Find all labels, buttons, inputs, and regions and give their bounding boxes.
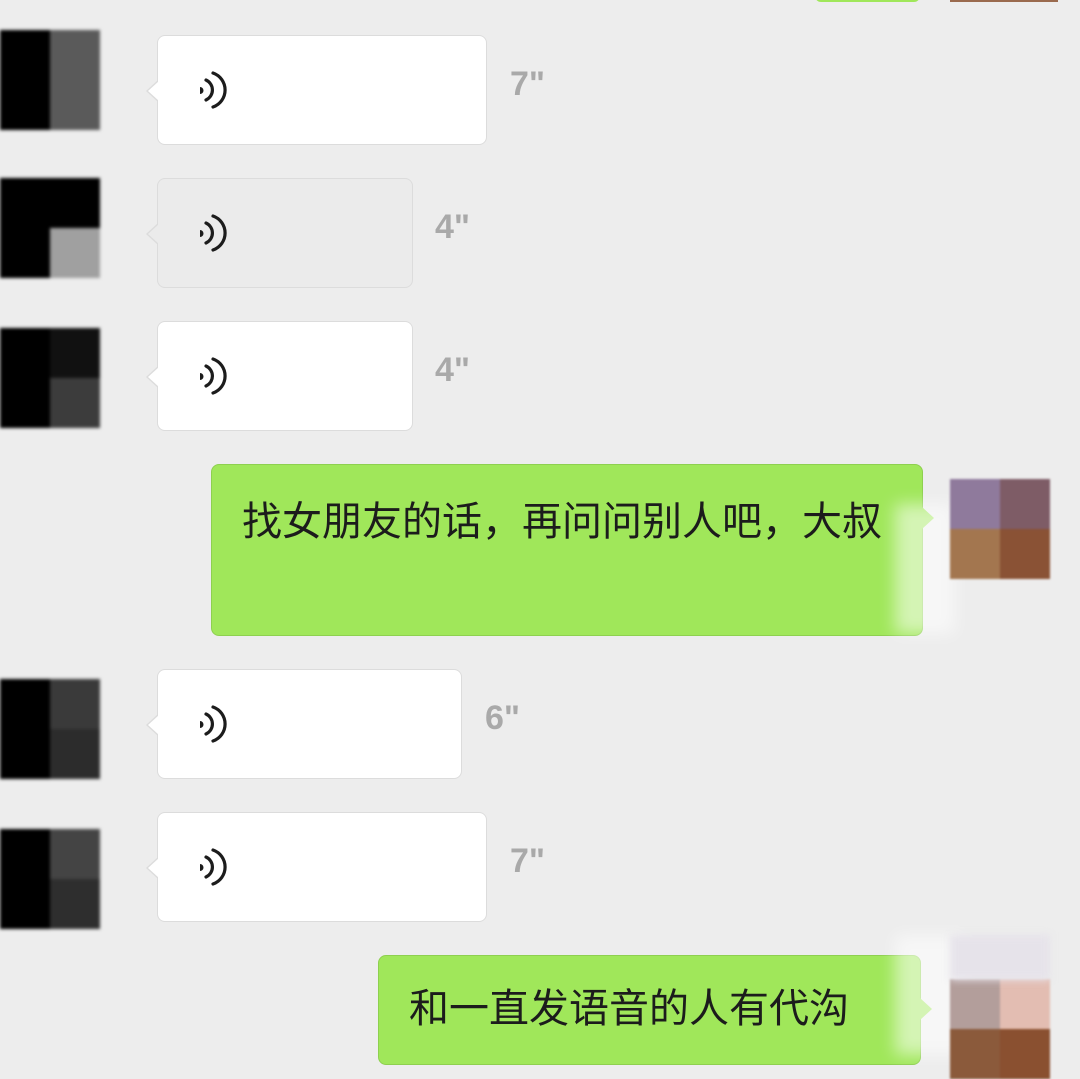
avatar[interactable] xyxy=(0,679,100,779)
previous-avatar-remnant xyxy=(950,0,1058,2)
voice-duration: 7" xyxy=(510,842,546,880)
previous-message-remnant xyxy=(815,0,920,2)
voice-wave-icon xyxy=(200,71,227,109)
voice-duration: 4" xyxy=(435,208,471,246)
voice-wave-icon xyxy=(200,705,227,743)
voice-wave-icon xyxy=(200,357,227,395)
chat-message-list[interactable]: 7" 4" 4" 找女朋友的话，再问问别人吧，大叔 6" 7" 和一直发语音的人… xyxy=(0,0,1080,1079)
avatar-top-blur xyxy=(950,935,1050,980)
my-avatar[interactable] xyxy=(950,979,1050,1079)
redaction-blur xyxy=(895,504,955,634)
text-message-bubble[interactable]: 找女朋友的话，再问问别人吧，大叔 xyxy=(211,464,934,636)
text-message-bubble[interactable]: 和一直发语音的人有代沟 xyxy=(378,955,932,1065)
message-row: 7" xyxy=(0,812,1080,929)
voice-wave-icon xyxy=(200,848,227,886)
voice-duration: 4" xyxy=(435,351,471,389)
message-row: 4" xyxy=(0,321,1080,431)
voice-duration: 6" xyxy=(485,699,521,737)
voice-message-bubble[interactable] xyxy=(146,812,487,922)
voice-message-bubble[interactable] xyxy=(146,35,487,145)
message-row: 6" xyxy=(0,669,1080,779)
message-row: 4" xyxy=(0,178,1080,288)
avatar[interactable] xyxy=(0,328,100,428)
avatar[interactable] xyxy=(0,30,100,130)
voice-duration: 7" xyxy=(510,65,546,103)
message-row: 7" xyxy=(0,30,1080,145)
voice-message-bubble[interactable] xyxy=(146,669,462,779)
voice-message-bubble[interactable] xyxy=(146,178,413,288)
message-text: 找女朋友的话，再问问别人吧，大叔 xyxy=(242,499,882,545)
message-row: 找女朋友的话，再问问别人吧，大叔 xyxy=(0,464,1080,636)
message-row: 和一直发语音的人有代沟 xyxy=(0,935,1080,1079)
avatar[interactable] xyxy=(0,829,100,929)
voice-wave-icon xyxy=(200,214,227,252)
message-text: 和一直发语音的人有代沟 xyxy=(409,986,849,1032)
my-avatar[interactable] xyxy=(950,479,1050,579)
voice-message-bubble[interactable] xyxy=(146,321,413,431)
avatar[interactable] xyxy=(0,178,100,278)
